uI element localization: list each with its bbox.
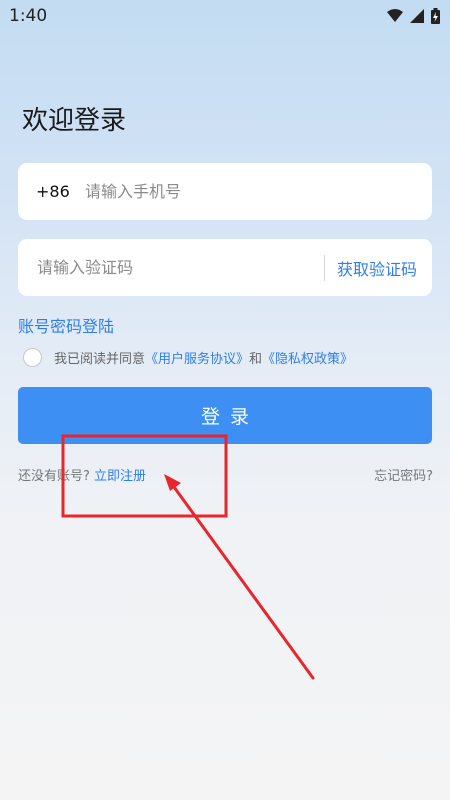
phone-input-card: +86 xyxy=(18,163,432,220)
get-code-button[interactable]: 获取验证码 xyxy=(337,256,417,280)
verification-code-input[interactable] xyxy=(37,258,277,277)
register-link[interactable]: 立即注册 xyxy=(94,469,146,484)
country-code-prefix[interactable]: +86 xyxy=(36,182,85,201)
password-login-link[interactable]: 账号密码登陆 xyxy=(18,313,114,337)
login-button[interactable]: 登录 xyxy=(18,387,432,444)
annotation-arrow-shaft xyxy=(172,485,315,680)
page-title: 欢迎登录 xyxy=(22,106,127,136)
status-bar: 1:40 xyxy=(0,0,450,32)
terms-link[interactable]: 《用户服务协议》 xyxy=(145,348,249,367)
annotation-arrow-head-icon xyxy=(164,474,181,491)
cellular-signal-icon xyxy=(410,9,424,23)
forgot-password-link[interactable]: 忘记密码? xyxy=(374,465,433,484)
input-divider xyxy=(323,254,325,281)
agreement-row: 我已阅读并同意 《用户服务协议》 和 《隐私权政策》 xyxy=(23,348,353,367)
status-icons xyxy=(387,8,440,24)
wifi-icon xyxy=(387,9,403,22)
register-row: 还没有账号? 立即注册 xyxy=(18,465,146,484)
privacy-link[interactable]: 《隐私权政策》 xyxy=(262,348,353,367)
battery-charging-icon xyxy=(431,8,440,24)
phone-input[interactable] xyxy=(85,182,432,201)
agreement-prefix: 我已阅读并同意 xyxy=(54,352,146,367)
agreement-checkbox[interactable] xyxy=(23,348,42,367)
status-time: 1:40 xyxy=(9,6,48,26)
code-input-card: 获取验证码 xyxy=(18,239,432,296)
agreement-conjunction: 和 xyxy=(249,352,263,367)
register-prompt: 还没有账号? xyxy=(18,469,90,484)
